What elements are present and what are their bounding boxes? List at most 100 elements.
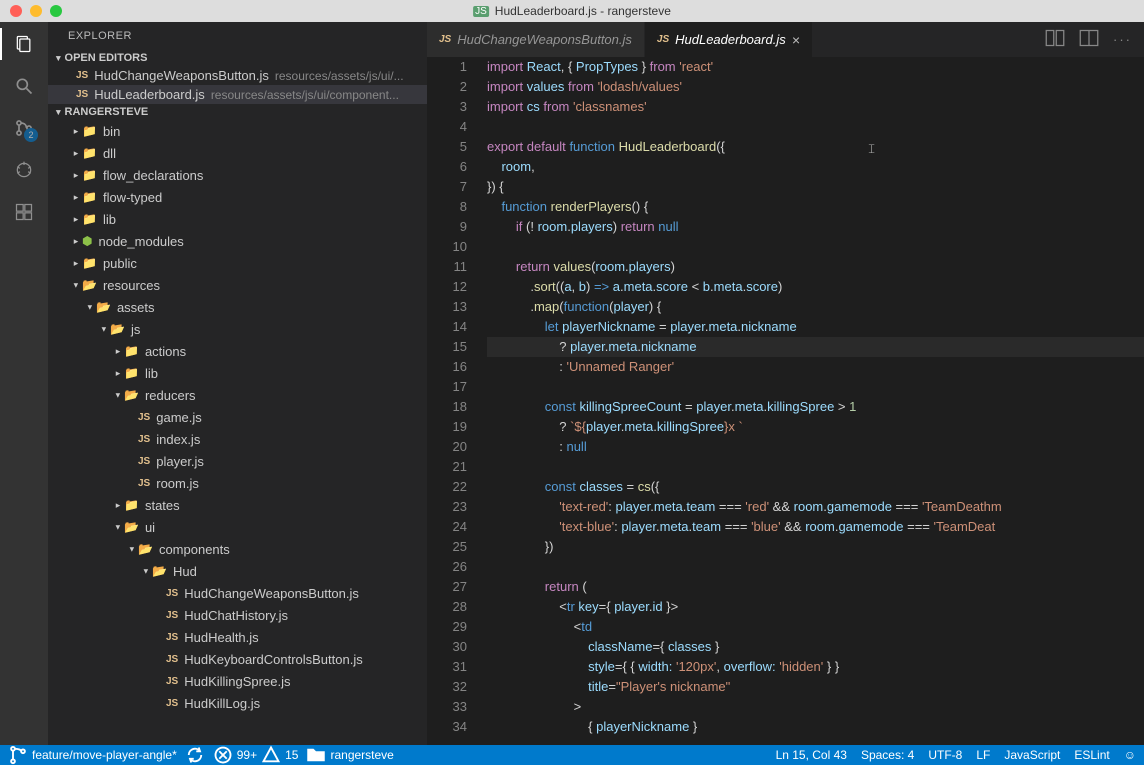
tree-file[interactable]: JSHudChatHistory.js <box>48 604 427 626</box>
twisty-icon: ▸ <box>70 214 82 225</box>
js-file-icon: JS <box>439 34 451 45</box>
tree-folder[interactable]: ▸📁lib <box>48 362 427 384</box>
file-name: HudLeaderboard.js <box>94 87 205 102</box>
tree-label: index.js <box>156 432 200 447</box>
tree-folder[interactable]: ▸📂resources <box>48 274 427 296</box>
tree-folder[interactable]: ▸📁public <box>48 252 427 274</box>
js-file-icon: JS <box>138 434 150 445</box>
tree-folder[interactable]: ▸📁bin <box>48 120 427 142</box>
folder-icon: 📂 <box>82 278 97 292</box>
feedback-icon[interactable]: ☺ <box>1124 748 1136 762</box>
tree-folder[interactable]: ▸📁actions <box>48 340 427 362</box>
minimize-window-icon[interactable] <box>30 5 42 17</box>
twisty-icon: ▸ <box>113 389 124 401</box>
more-actions-icon[interactable]: ··· <box>1113 32 1132 47</box>
twisty-icon: ▸ <box>70 258 82 269</box>
tab-label: HudLeaderboard.js <box>675 32 786 47</box>
tree-folder[interactable]: ▸📁flow-typed <box>48 186 427 208</box>
tree-folder[interactable]: ▸📁lib <box>48 208 427 230</box>
twisty-icon: ▸ <box>113 521 124 533</box>
close-icon[interactable]: × <box>792 32 800 48</box>
tree-file[interactable]: JSHudHealth.js <box>48 626 427 648</box>
open-editor-item[interactable]: JS HudLeaderboard.js resources/assets/js/… <box>48 85 427 104</box>
debug-icon[interactable] <box>12 158 36 182</box>
js-file-icon: JS <box>76 89 88 100</box>
editor-tab[interactable]: JS HudLeaderboard.js × <box>645 22 813 57</box>
tree-label: flow_declarations <box>103 168 203 183</box>
encoding[interactable]: UTF-8 <box>928 748 962 762</box>
file-path: resources/assets/js/ui/component... <box>211 88 399 102</box>
search-icon[interactable] <box>12 74 36 98</box>
twisty-icon: ▸ <box>70 236 82 247</box>
js-file-icon: JS <box>138 456 150 467</box>
js-file-icon: JS <box>166 588 178 599</box>
folder-icon: 📂 <box>110 322 125 336</box>
tree-file[interactable]: JSHudChangeWeaponsButton.js <box>48 582 427 604</box>
tree-folder[interactable]: ▸⬢node_modules <box>48 230 427 252</box>
tree-file[interactable]: JS game.js <box>48 406 427 428</box>
open-editor-item[interactable]: JSHudChangeWeaponsButton.js resources/as… <box>48 66 427 85</box>
tree-file[interactable]: JSHudKeyboardControlsButton.js <box>48 648 427 670</box>
tree-label: dll <box>103 146 116 161</box>
js-file-icon: JS <box>657 34 669 45</box>
tree-label: player.js <box>156 454 204 469</box>
tree-file[interactable]: JS index.js <box>48 428 427 450</box>
code-lines[interactable]: import React, { PropTypes } from 'react'… <box>487 57 1144 745</box>
folder-icon: 📁 <box>82 124 97 138</box>
folder-indicator[interactable]: rangersteve <box>306 745 393 765</box>
eol[interactable]: LF <box>976 748 990 762</box>
tree-file[interactable]: JSHudKillingSpree.js <box>48 670 427 692</box>
indentation[interactable]: Spaces: 4 <box>861 748 914 762</box>
extensions-icon[interactable] <box>12 200 36 224</box>
folder-icon: 📁 <box>82 256 97 270</box>
tree-folder[interactable]: ▸📁flow_declarations <box>48 164 427 186</box>
tree-folder[interactable]: ▸📁states <box>48 494 427 516</box>
tree-label: room.js <box>156 476 199 491</box>
tree-label: ui <box>145 520 155 535</box>
folder-icon: 📂 <box>138 542 153 556</box>
editor-tab[interactable]: JSHudChangeWeaponsButton.js <box>427 22 645 57</box>
git-branch[interactable]: feature/move-player-angle* <box>8 745 177 765</box>
folder-icon: 📁 <box>82 190 97 204</box>
maximize-window-icon[interactable] <box>50 5 62 17</box>
project-header[interactable]: RANGERSTEVE <box>48 104 427 120</box>
folder-icon: 📁 <box>124 344 139 358</box>
tree-folder[interactable]: ▸📂js <box>48 318 427 340</box>
text-cursor-icon: 𝙸 <box>867 139 876 159</box>
sidebar-title: EXPLORER <box>48 22 427 50</box>
tree-label: HudChatHistory.js <box>184 608 288 623</box>
sync-icon[interactable] <box>185 745 205 765</box>
js-file-icon: JS <box>166 698 178 709</box>
tree-folder[interactable]: ▸📂assets <box>48 296 427 318</box>
folder-icon: 📁 <box>82 168 97 182</box>
twisty-icon: ▸ <box>112 368 124 379</box>
tree-label: states <box>145 498 180 513</box>
tree-file[interactable]: JS room.js <box>48 472 427 494</box>
tree-file[interactable]: JSHudKillLog.js <box>48 692 427 714</box>
split-editor-icon[interactable] <box>1079 28 1099 51</box>
twisty-icon: ▸ <box>141 565 152 577</box>
tree-folder[interactable]: ▸📂ui <box>48 516 427 538</box>
tree-label: game.js <box>156 410 202 425</box>
tree-folder[interactable]: ▸📁dll <box>48 142 427 164</box>
problems[interactable]: 99+ 15 <box>213 745 299 765</box>
open-editors-header[interactable]: OPEN EDITORS <box>48 50 427 66</box>
code-editor[interactable]: 1234567891011121314151617181920212223242… <box>427 57 1144 745</box>
js-file-icon: JS <box>138 412 150 423</box>
js-file-icon: JS <box>138 478 150 489</box>
js-file-icon: JS <box>166 654 178 665</box>
js-file-icon: JS <box>166 676 178 687</box>
compare-icon[interactable] <box>1045 28 1065 51</box>
linter[interactable]: ESLint <box>1074 748 1109 762</box>
tree-folder[interactable]: ▸📂reducers <box>48 384 427 406</box>
tree-label: assets <box>117 300 155 315</box>
status-bar: feature/move-player-angle* 99+ 15 ranger… <box>0 745 1144 765</box>
tree-folder[interactable]: ▸📂Hud <box>48 560 427 582</box>
cursor-position[interactable]: Ln 15, Col 43 <box>776 748 847 762</box>
language-mode[interactable]: JavaScript <box>1004 748 1060 762</box>
tree-folder[interactable]: ▸📂components <box>48 538 427 560</box>
tree-file[interactable]: JS player.js <box>48 450 427 472</box>
source-control-icon[interactable]: 2 <box>12 116 36 140</box>
explorer-icon[interactable] <box>12 32 36 56</box>
close-window-icon[interactable] <box>10 5 22 17</box>
